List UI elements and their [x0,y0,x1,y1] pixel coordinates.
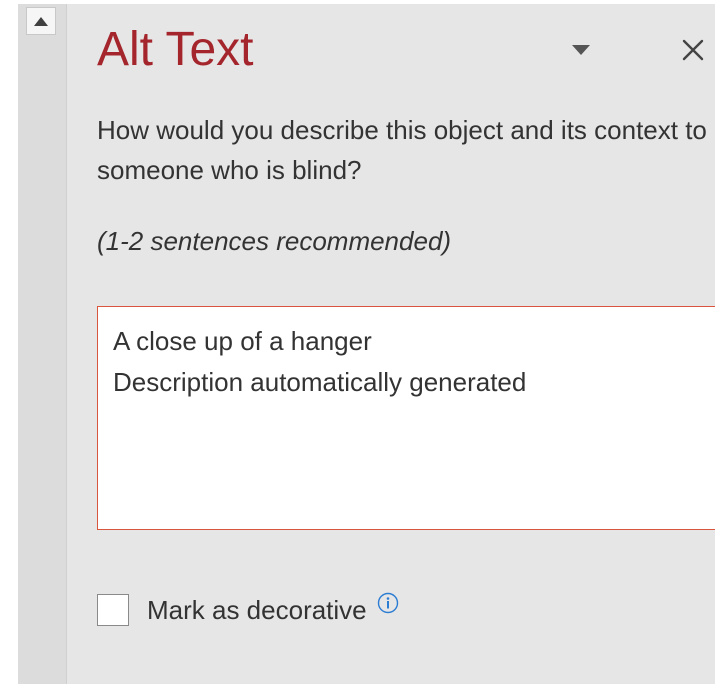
mark-decorative-row[interactable]: Mark as decorative [97,592,399,626]
pane-title: Alt Text [97,23,254,76]
close-icon [682,39,704,61]
close-button[interactable] [675,30,711,70]
info-icon[interactable] [377,592,399,614]
pane-options-button[interactable] [567,38,595,62]
triangle-up-icon [34,16,48,26]
sentence-hint: (1-2 sentences recommended) [97,226,452,256]
alt-text-line: A close up of a hanger [113,326,372,356]
chevron-down-icon [572,45,590,55]
scroll-up-button[interactable] [26,7,56,35]
alt-text-line: Description automatically generated [113,367,527,397]
mark-decorative-checkbox[interactable] [97,594,129,626]
mark-decorative-label: Mark as decorative [147,594,367,625]
alt-text-input[interactable]: A close up of a hanger Description autom… [97,306,715,530]
alt-text-pane: Alt Text How would you describe this obj… [67,4,715,684]
scrollbar[interactable] [18,4,67,684]
description-prompt: How would you describe this object and i… [97,115,707,185]
